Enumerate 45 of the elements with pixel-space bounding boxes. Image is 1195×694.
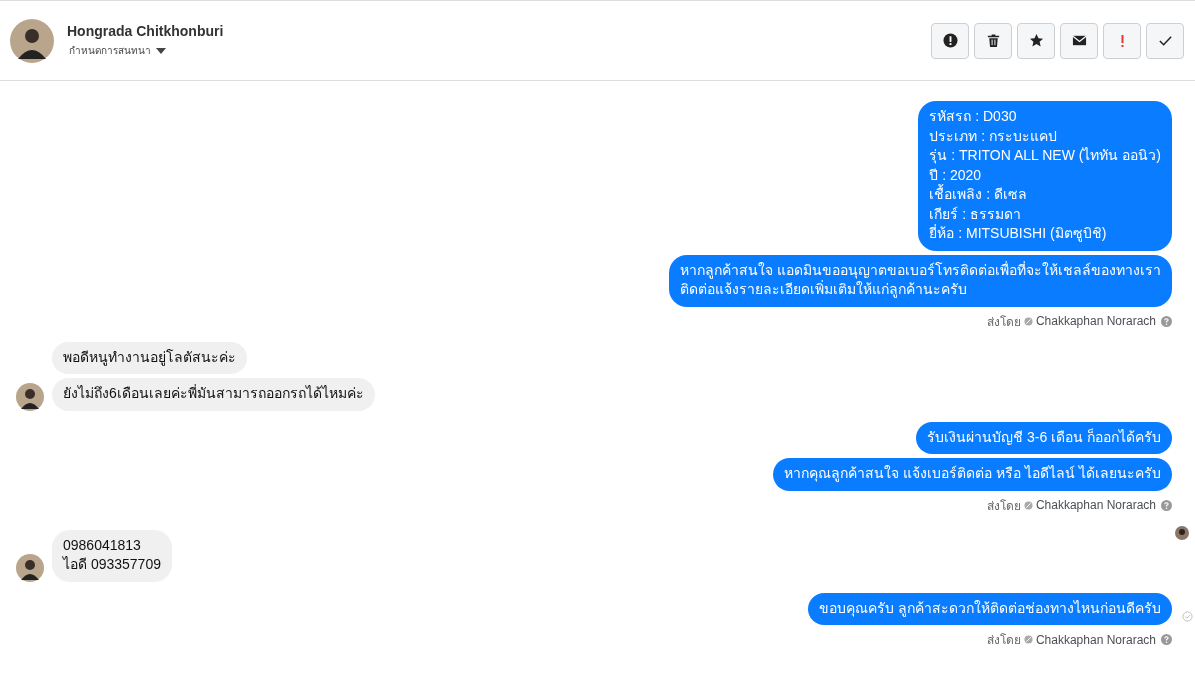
message-text: ขอบคุณครับ ลูกค้าสะดวกให้ติดต่อช่องทางไหนก่อนดีครับ <box>819 598 1161 618</box>
message-text: รับเงินผ่านบัญชี 3-6 เดือน ก็ออกได้ครับ <box>927 427 1161 447</box>
conversation-menu[interactable]: กำหนดการสนทนา <box>67 43 224 58</box>
message-text: รหัสรถ : D030 <box>929 107 1018 126</box>
message-text: เกียร์ : ธรรมดา <box>929 204 1022 224</box>
message-text: ไอดี 093357709 <box>63 555 161 574</box>
blocked-icon <box>1023 500 1033 510</box>
sender-link[interactable]: Chakkaphan Norarach <box>1035 498 1156 512</box>
star-icon <box>1028 33 1044 48</box>
trash-button[interactable] <box>974 22 1012 59</box>
blocked-icon <box>1023 316 1033 326</box>
help-icon <box>1161 634 1172 645</box>
help-icon <box>1161 315 1172 327</box>
help-icon <box>1161 499 1172 511</box>
message-text: เชื้อเพลิง : ดีเซล <box>929 185 1028 204</box>
sender-link[interactable]: Chakkaphan Norarach <box>1035 314 1156 328</box>
message-text: หากคุณลูกค้าสนใจ แจ้งเบอร์ติดต่อ หรือ ไอดีไลน์ ได้เลยนะครับ <box>784 464 1161 484</box>
contact-name: Hongrada Chitkhonburi <box>67 23 224 39</box>
trash-icon <box>985 33 1001 48</box>
caret-icon <box>156 47 166 54</box>
message-text: ยี่ห้อ : MITSUBISHI (มิตซูบิชิ) <box>929 224 1108 244</box>
star-button[interactable] <box>1017 22 1055 59</box>
sent-by-label: ส่งโดย <box>986 497 1021 515</box>
sender-link[interactable]: Chakkaphan Norarach <box>1035 632 1156 647</box>
message-text: ติดต่อแจ้งรายละเอียดเพิ่มเติมให้แก่ลูกค้านะครับ <box>680 280 1161 300</box>
message-text: รุ่น : TRITON ALL NEW (ไททัน ออนิว) <box>929 146 1161 166</box>
message-text: ยังไม่ถึง6เดือนเลยค่ะพี่มันสามารถออกรถได้ไหมค่ะ <box>63 384 364 403</box>
message-text: พอดีหนูทำงานอยู่โลตัสนะค่ะ <box>63 347 236 367</box>
check-icon <box>1157 33 1173 48</box>
mail-button[interactable] <box>1060 22 1098 59</box>
sent-by-label: ส่งโดย <box>986 313 1021 331</box>
avatar <box>16 382 44 411</box>
alert-icon <box>942 33 958 48</box>
envelope-icon <box>1071 33 1087 48</box>
message-text: 0986041813 <box>63 535 142 555</box>
avatar <box>16 553 44 582</box>
message-text: หากลูกค้าสนใจ แอดมินขออนุญาตขอเบอร์โทรติดต่อเพื่อที่จะให้เชลล์ของทางเรา <box>680 260 1161 279</box>
exclamation-icon <box>1120 34 1124 47</box>
message-text: ประเภท : กระบะแคป <box>929 126 1058 146</box>
sent-by-label: ส่งโดย <box>986 632 1021 649</box>
done-button[interactable] <box>1146 22 1184 59</box>
blocked-icon <box>1023 635 1033 644</box>
alert-button[interactable] <box>931 22 969 59</box>
avatar[interactable] <box>10 18 54 63</box>
message-text: ปี : 2020 <box>929 165 983 184</box>
